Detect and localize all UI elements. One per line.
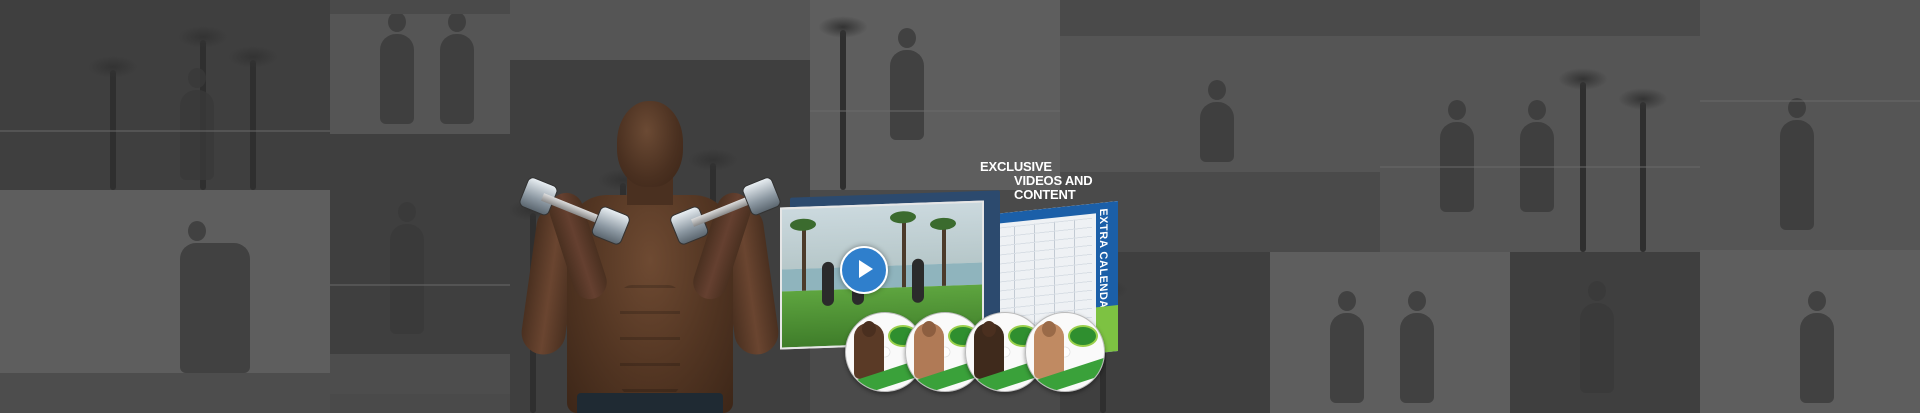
bg-photo-tile [0, 0, 330, 190]
bg-photo-tile [1510, 252, 1700, 413]
bg-photo-tile [510, 0, 810, 60]
bg-photo-tile [1380, 36, 1700, 252]
bg-photo-tile [1270, 252, 1510, 413]
headline-line-1: EXCLUSIVE [980, 159, 1052, 174]
trainer-photo [517, 95, 783, 413]
bg-photo-tile [330, 134, 510, 394]
headline-line-2: VIDEOS AND [1014, 173, 1093, 188]
dvd-disc [1025, 312, 1105, 392]
product-pack: EXCLUSIVE VIDEOS AND CONTENT EXTRA CALEN… [780, 160, 1120, 405]
bg-photo-tile [1700, 250, 1920, 413]
promo-banner: EXCLUSIVE VIDEOS AND CONTENT EXTRA CALEN… [0, 0, 1920, 413]
bg-photo-tile [0, 190, 330, 413]
bg-photo-tile [330, 14, 510, 134]
bg-photo-tile [1700, 0, 1920, 250]
brand-logo-icon [1068, 325, 1098, 347]
play-icon[interactable] [840, 246, 888, 294]
